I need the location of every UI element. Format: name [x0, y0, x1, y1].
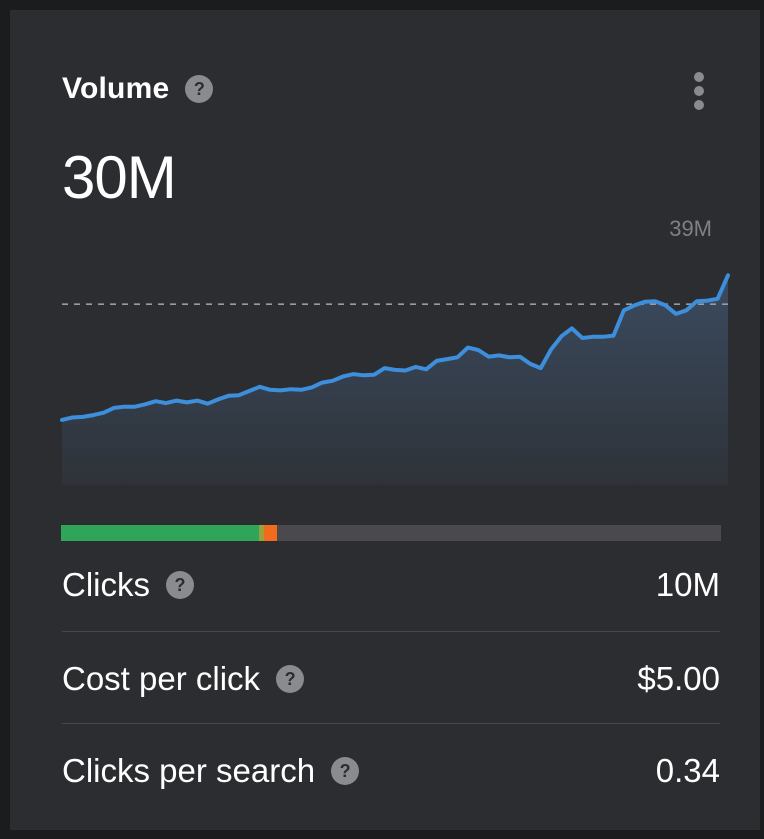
bar-segment-orange — [264, 525, 278, 541]
more-vertical-icon[interactable] — [693, 72, 705, 112]
volume-card: Volume ? 30M 39M Clicks ? 10M Cost per c… — [10, 10, 760, 830]
card-header: Volume ? — [62, 72, 214, 106]
metric-row-cost-per-click: Cost per click ? $5.00 — [62, 644, 720, 714]
menu-dot — [694, 72, 704, 82]
bar-segment-green — [61, 525, 259, 541]
metric-label: Clicks per search — [62, 752, 316, 789]
help-icon[interactable]: ? — [276, 665, 305, 693]
metric-label: Cost per click — [62, 660, 261, 697]
divider — [62, 631, 720, 632]
menu-dot — [694, 100, 704, 110]
divider — [62, 723, 720, 724]
metric-value: $5.00 — [637, 660, 720, 697]
help-icon[interactable]: ? — [331, 757, 360, 785]
metric-value: 0.34 — [655, 752, 720, 789]
metric-row-clicks-per-search: Clicks per search ? 0.34 — [62, 736, 720, 806]
volume-trend-chart — [60, 273, 730, 485]
menu-dot — [694, 86, 704, 96]
help-icon[interactable]: ? — [166, 571, 194, 599]
metric-value: 10M — [655, 566, 720, 603]
volume-value: 30M — [62, 144, 177, 211]
metric-row-clicks: Clicks ? 10M — [62, 550, 720, 620]
chart-max-label: 39M — [669, 216, 712, 241]
metric-label: Clicks — [62, 566, 150, 603]
clicks-distribution-bar — [61, 525, 721, 541]
help-icon[interactable]: ? — [185, 75, 214, 103]
card-title: Volume — [62, 72, 170, 105]
page-frame: Volume ? 30M 39M Clicks ? 10M Cost per c… — [0, 0, 764, 839]
